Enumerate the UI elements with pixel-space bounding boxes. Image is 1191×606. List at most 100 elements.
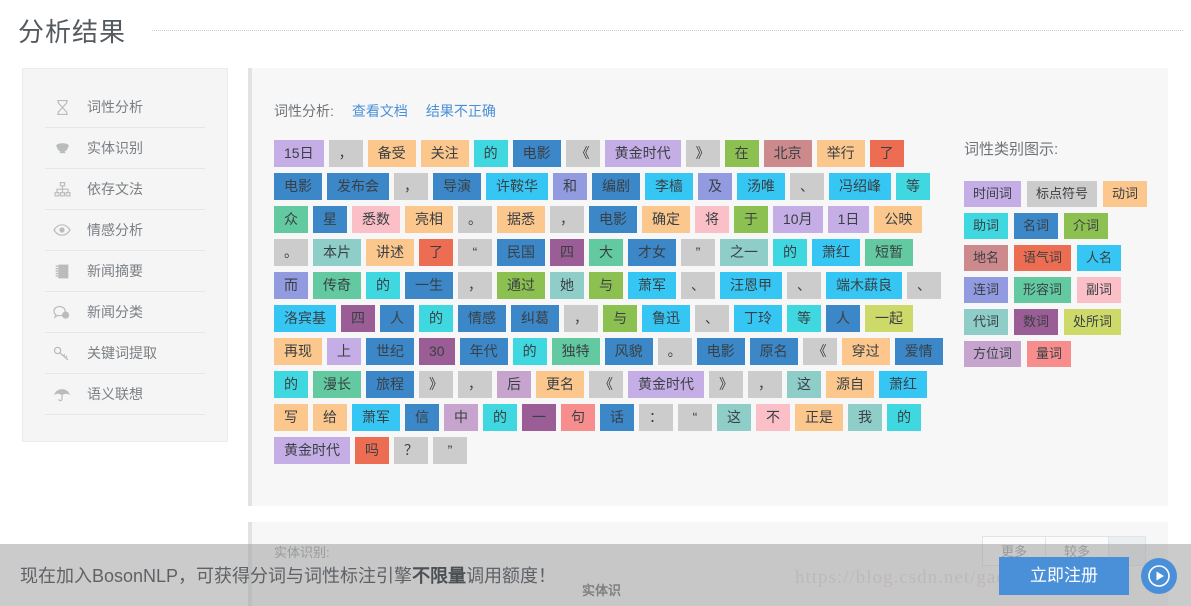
sidebar-item-8[interactable]: 语义联想 [45, 374, 205, 415]
pos-token: 了 [419, 239, 453, 266]
pos-legend: 词性类别图示: 时间词 标点符号 动词 助词 名词 介词 地名 语气词 人名 连词 形容词 副词 代词数… [964, 138, 1164, 373]
pos-token: ， [550, 206, 584, 233]
notebook-icon [45, 263, 79, 280]
sidebar-item-3[interactable]: 依存文法 [45, 169, 205, 210]
pos-token: 北京 [763, 140, 812, 167]
sidebar-item-5[interactable]: 新闻摘要 [45, 251, 205, 292]
pos-token: 旅程 [366, 371, 414, 398]
pos-token: 的 [366, 272, 400, 299]
pos-token: 30 [419, 338, 455, 365]
legend-chip: 副词 [1077, 277, 1122, 303]
pos-token: 》 [685, 140, 720, 167]
pos-token: 情感 [458, 305, 506, 332]
token-list: 15日，备受 关注的电影《黄金时代》在北京 举行了电影 发布会，导演 许鞍华和编剧 李樯及… [274, 140, 954, 470]
pos-token: 亮相 [405, 206, 453, 233]
sidebar-item-label: 新闻摘要 [87, 263, 143, 279]
pos-token: 的 [773, 239, 807, 266]
pos-token: 本片 [313, 239, 361, 266]
pos-token: ， [458, 371, 492, 398]
pos-token: 萧红 [879, 371, 927, 398]
sidebar-item-2[interactable]: 实体识别 [45, 128, 205, 169]
sitemap-icon [45, 181, 79, 198]
pos-token: 《 [589, 371, 623, 398]
pos-token: 、 [790, 173, 824, 200]
pos-token: 1日 [827, 206, 870, 233]
pos-token: 、 [907, 272, 941, 299]
pos-token: 及 [698, 173, 732, 200]
pos-token: 一起 [865, 305, 913, 332]
pos-token: 《 [565, 140, 600, 167]
pos-token: ， [458, 272, 492, 299]
report-wrong-link[interactable]: 结果不正确 [426, 101, 496, 121]
sidebar-item-label: 新闻分类 [87, 304, 143, 320]
pos-token: 公映 [874, 206, 923, 233]
legend-chip: 介词 [1064, 213, 1109, 239]
pos-token: 原名 [749, 338, 798, 365]
legend-chip: 语气词 [1014, 245, 1072, 271]
sidebar-item-1[interactable]: 词性分析 [45, 87, 205, 128]
sidebar-item-label: 依存文法 [87, 181, 143, 197]
pos-token: 汪恩甲 [720, 272, 782, 299]
pos-token: 句 [561, 404, 595, 431]
legend-chip: 名词 [1014, 213, 1059, 239]
pos-token: 传奇 [313, 272, 361, 299]
legend-chip: 助词 [964, 213, 1009, 239]
page-title: 分析结果 [18, 16, 127, 47]
pos-token: 通过 [497, 272, 545, 299]
legend-chip: 动词 [1103, 181, 1148, 207]
pos-token: 独特 [551, 338, 600, 365]
pos-token: 萧红 [812, 239, 860, 266]
umbrella-icon [45, 386, 79, 403]
eye-icon [45, 221, 79, 239]
pos-token: 和 [553, 173, 587, 200]
pos-token: 人 [380, 305, 414, 332]
sidebar-item-7[interactable]: 关键词提取 [45, 333, 205, 374]
pos-token: 这 [717, 404, 751, 431]
pos-token: 上 [327, 338, 361, 365]
pos-token: 我 [848, 404, 882, 431]
pos-token: 电影 [589, 206, 637, 233]
promo-text-bold: 不限量 [412, 566, 467, 586]
sidebar-item-label: 语义联想 [87, 386, 143, 402]
pos-header-label: 词性分析: [274, 103, 334, 119]
pos-token: 爱情 [894, 338, 943, 365]
sidebar-item-label: 词性分析 [87, 99, 143, 115]
sidebar-item-4[interactable]: 情感分析 [45, 210, 205, 251]
pos-token: 许鞍华 [486, 173, 548, 200]
pos-token: 与 [603, 305, 637, 332]
pos-token: 等 [896, 173, 930, 200]
pos-token: 信 [405, 404, 439, 431]
pos-token: 与 [589, 272, 623, 299]
sidebar-item-label: 实体识别 [87, 140, 143, 156]
pos-token: 再现 [274, 338, 322, 365]
pos-header: 词性分析: 查看文档 结果不正确 [274, 101, 496, 121]
sidebar-item-6[interactable]: 新闻分类 [45, 292, 205, 333]
sidebar: 词性分析实体识别依存文法情感分析新闻摘要新闻分类关键词提取语义联想 [22, 68, 228, 442]
pos-token: ， [328, 140, 363, 167]
pos-token: 纠葛 [511, 305, 559, 332]
pos-token: 黄金时代 [274, 437, 350, 464]
pos-token: 鲁迅 [642, 305, 690, 332]
promo-text-after: 调用额度！ [466, 566, 557, 586]
pos-token: ” [681, 239, 715, 266]
pos-token: 的 [512, 338, 547, 365]
title-divider [152, 29, 1183, 31]
play-icon[interactable] [1141, 558, 1177, 594]
legend-chip: 量词 [1027, 341, 1072, 367]
pos-token: 》 [419, 371, 453, 398]
pos-token: 据悉 [497, 206, 545, 233]
hourglass-icon [45, 99, 79, 116]
pos-token: 汤唯 [737, 173, 785, 200]
view-doc-link[interactable]: 查看文档 [352, 101, 408, 121]
register-button[interactable]: 立即注册 [999, 557, 1129, 595]
pos-token: 穿过 [841, 338, 890, 365]
legend-chip: 形容词 [1014, 277, 1072, 303]
pos-token: 大 [589, 239, 623, 266]
pos-token: 、 [787, 272, 821, 299]
pos-token: 《 [802, 338, 837, 365]
pos-token: 正是 [795, 404, 843, 431]
legend-chip: 时间词 [964, 181, 1022, 207]
pos-token: 了 [869, 140, 904, 167]
pos-token: 人 [826, 305, 860, 332]
pos-token: 导演 [433, 173, 481, 200]
